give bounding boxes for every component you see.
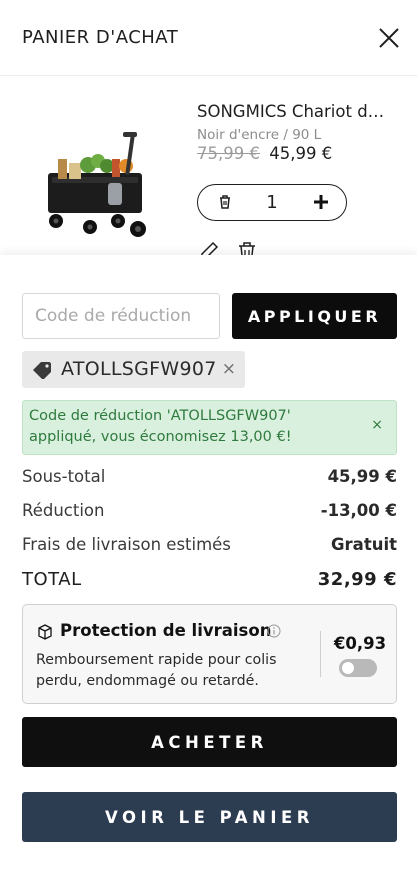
subtotal-row: Sous-total 45,99 € (22, 467, 397, 486)
success-message-text: Code de réduction 'ATOLLSGFW907' appliqu… (29, 408, 292, 445)
protection-title: Protection de livraison (60, 621, 272, 640)
shipping-row: Frais de livraison estimés Gratuit (22, 535, 397, 554)
subtotal-label: Sous-total (22, 467, 106, 486)
trash-icon[interactable] (236, 240, 258, 255)
protection-description: Remboursement rapide pour colis perdu, e… (36, 652, 277, 689)
product-price: 75,99 € 45,99 € (197, 144, 332, 163)
applied-discount-tag: ATOLLSGFW907 × (22, 351, 245, 388)
sale-price: 45,99 € (269, 144, 333, 163)
cart-footer: APPLIQUER ATOLLSGFW907 × Code de réducti… (0, 255, 417, 879)
discount-value: -13,00 € (320, 501, 397, 520)
cart-item: SONGMICS Chariot de transport pliable No… (0, 77, 417, 255)
cart-title: PANIER D'ACHAT (22, 27, 179, 48)
package-icon (38, 624, 52, 640)
view-cart-button[interactable]: VOIR LE PANIER (22, 792, 397, 842)
protection-toggle[interactable] (339, 659, 377, 677)
discount-code-label: ATOLLSGFW907 (61, 358, 217, 380)
plus-icon[interactable] (312, 193, 330, 211)
original-price: 75,99 € (197, 144, 260, 163)
apply-discount-button[interactable]: APPLIQUER (232, 293, 397, 339)
total-value: 32,99 € (317, 569, 397, 590)
toggle-knob (342, 662, 354, 674)
remove-discount-button[interactable]: × (222, 359, 236, 379)
edit-icon[interactable] (198, 240, 220, 255)
close-icon[interactable] (376, 25, 402, 51)
shipping-label: Frais de livraison estimés (22, 535, 231, 554)
discount-success-message: Code de réduction 'ATOLLSGFW907' appliqu… (22, 400, 397, 455)
total-row: TOTAL 32,99 € (22, 569, 397, 590)
shipping-value: Gratuit (331, 535, 397, 554)
tag-icon (33, 362, 51, 379)
subtotal-value: 45,99 € (327, 467, 397, 486)
discount-code-input[interactable] (22, 293, 220, 339)
delivery-protection-card: Protection de livraison Remboursement ra… (22, 604, 397, 704)
protection-price: €0,93 (333, 634, 387, 653)
total-label: TOTAL (22, 569, 82, 590)
checkout-button[interactable]: ACHETER (22, 717, 397, 767)
cart-header: PANIER D'ACHAT (0, 0, 417, 76)
dismiss-message-button[interactable]: × (371, 417, 383, 433)
discount-label: Réduction (22, 501, 105, 520)
product-title[interactable]: SONGMICS Chariot de transport pliable (197, 102, 392, 121)
product-image[interactable] (38, 125, 158, 245)
quantity-stepper: 1 (197, 184, 347, 221)
discount-row: Réduction -13,00 € (22, 501, 397, 520)
product-variant: Noir d'encre / 90 L (197, 127, 322, 143)
protection-divider (320, 631, 321, 677)
info-icon[interactable] (267, 624, 281, 638)
